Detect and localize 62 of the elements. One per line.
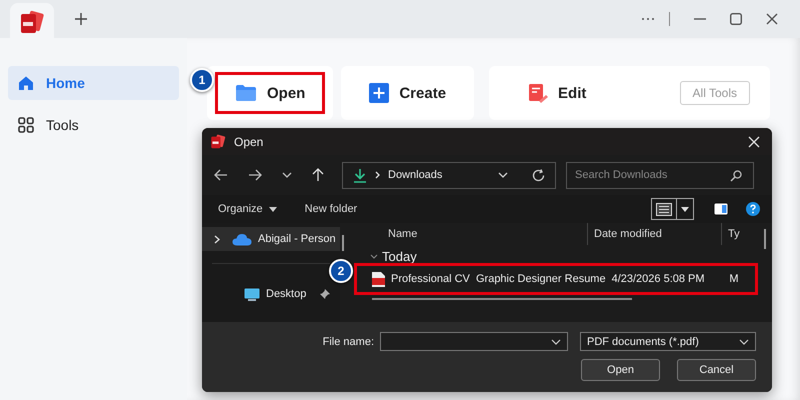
chevron-down-icon[interactable]	[498, 172, 508, 178]
refresh-icon[interactable]	[532, 168, 545, 182]
pdf-file-icon	[372, 272, 385, 286]
more-icon[interactable]	[641, 17, 655, 21]
app-logo-icon	[210, 134, 226, 149]
address-bar[interactable]: Downloads	[342, 162, 556, 188]
grid-icon	[18, 117, 34, 133]
desktop-icon	[244, 288, 260, 300]
chevron-down-icon	[739, 338, 749, 344]
toolbar-button[interactable]: Organize	[218, 203, 277, 215]
back-icon[interactable]	[214, 169, 228, 181]
action-button[interactable]: Create	[353, 75, 462, 111]
chevron-right-icon	[375, 171, 380, 179]
caret-icon	[681, 206, 689, 212]
cloud-icon	[232, 232, 252, 246]
action-button[interactable]: Edit	[513, 76, 602, 110]
file-name: Professional CV Graphic Designer Resume	[391, 273, 606, 285]
maximize-icon[interactable]	[730, 13, 742, 25]
chevron-down-icon[interactable]	[282, 172, 292, 178]
group-header[interactable]: Today	[382, 248, 417, 264]
caret-icon	[268, 206, 277, 212]
chevron-down-icon	[551, 338, 561, 344]
preview-pane-icon[interactable]	[714, 203, 728, 215]
file-date: 4/23/2026 5:08 PM	[612, 273, 706, 285]
file-type-dropdown[interactable]: PDF documents (*.pdf)	[580, 332, 756, 351]
forward-icon[interactable]	[248, 169, 262, 181]
up-icon[interactable]	[312, 168, 324, 182]
app-logo-icon	[19, 10, 45, 34]
search-icon	[730, 170, 742, 182]
dialog-title: Open	[234, 134, 264, 148]
dialog-button[interactable]: Cancel	[677, 359, 756, 381]
chevron-right-icon[interactable]	[214, 234, 220, 244]
navigation-item[interactable]: Desktop	[214, 282, 340, 306]
plus-icon[interactable]	[74, 12, 88, 26]
minimize-icon[interactable]	[694, 18, 706, 20]
file-type: M	[729, 273, 740, 285]
chevron-down-icon[interactable]	[370, 254, 378, 258]
app-tab[interactable]	[10, 3, 54, 41]
pin-icon	[320, 289, 330, 299]
toolbar-button[interactable]: New folder	[304, 203, 358, 215]
document-edit-icon	[529, 84, 548, 102]
navigation-item[interactable]: Abigail - Person	[202, 227, 340, 251]
breadcrumb[interactable]: Downloads	[388, 169, 442, 181]
field-label: File name:	[322, 336, 374, 348]
download-icon	[353, 168, 367, 182]
home-icon	[18, 75, 34, 91]
plus-icon	[369, 83, 390, 103]
action-button[interactable]: Open	[219, 76, 322, 110]
column-header[interactable]: Ty	[722, 223, 752, 245]
sidebar-item[interactable]: Tools	[8, 108, 179, 142]
close-icon[interactable]	[766, 13, 778, 25]
file-row[interactable]: Professional CV Graphic Designer Resume 4/23/2026 5:08 PM M	[358, 267, 754, 291]
file-name-field[interactable]	[380, 332, 568, 351]
view-button[interactable]	[651, 198, 694, 220]
sidebar-item[interactable]: Home	[8, 66, 179, 100]
search-field[interactable]: Search Downloads	[566, 162, 754, 188]
column-header[interactable]: Name	[358, 223, 588, 245]
help-icon[interactable]	[746, 202, 760, 216]
folder-icon	[235, 84, 257, 102]
column-header[interactable]: Date modified	[588, 223, 722, 245]
list-view-icon	[656, 202, 672, 216]
dialog-button[interactable]: Open	[581, 359, 660, 381]
